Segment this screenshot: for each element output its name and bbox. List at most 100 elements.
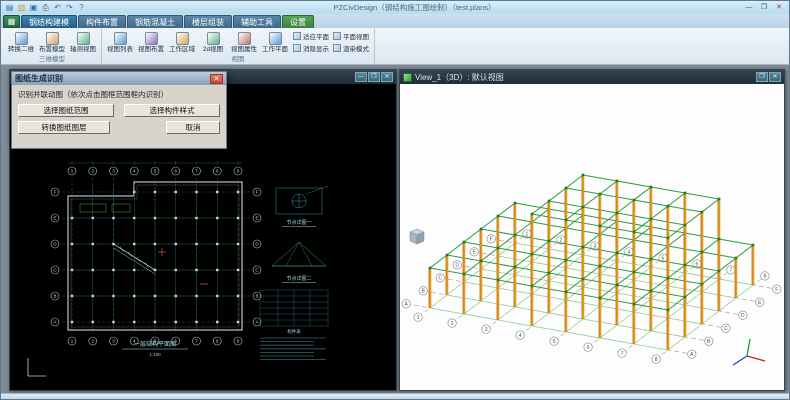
svg-text:B: B [53,294,56,299]
dialog-button-r1-2[interactable]: 选择构件样式 [124,104,220,117]
plan-view-button[interactable]: 平面视图 [333,31,369,41]
window-title: PZCivDesign（钢结构施工图绘制）（test.plans） [87,2,742,13]
svg-text:E: E [53,216,56,221]
drawing-window-maximize-button[interactable]: ❐ [368,72,380,82]
application-window: ▤▥▣⎙↶↷? PZCivDesign（钢结构施工图绘制）（test.plans… [0,0,790,400]
view3d-window-close-button[interactable]: ✕ [769,72,781,82]
convert-2d-button[interactable]: 转换二维 [6,29,36,55]
ribbon-button-label: 视图列表 [107,46,133,53]
view-list-button[interactable]: 视图列表 [105,29,135,55]
svg-text:节点详图一: 节点详图一 [286,219,311,226]
drawing-window-buttons: —❐✕ [355,72,393,82]
svg-text:2: 2 [451,321,454,327]
work-region-button[interactable]: 工作区域 [167,29,197,55]
hidden-line-button[interactable]: 消隐显示 [293,43,329,53]
dialog-titlebar[interactable]: 图纸生成识别 ✕ [12,72,226,85]
ribbon-group: 视图列表视图布置工作区域 2d视图视图属性工作平面 适应平面 平面视图消隐显示渲染模式… [102,29,375,64]
svg-text:F: F [490,237,493,243]
hidden-line-icon [293,44,301,52]
svg-text:F: F [54,190,57,195]
layout-model-button[interactable]: 布置模型 [37,29,67,55]
svg-text:一层结构平面图: 一层结构平面图 [134,340,176,348]
mdi-area: —❐✕ 112233445566778899FFEEDDCCBBAA节点详图一节… [1,65,789,393]
view-props-icon [238,32,251,45]
svg-text:1:100: 1:100 [149,352,161,357]
ribbon: 转换二维布置模型轴测视图三维模型视图列表视图布置工作区域2d视图视图属性工作平面… [1,28,789,65]
svg-text:F: F [256,190,259,195]
work-region-icon [176,32,189,45]
dialog-body: 识别并联动图（依次点击图框范围框内识别） 选择图纸范围选择构件样式 转换图纸图层… [12,85,226,134]
ribbon-tab-3[interactable]: 钢筋混凝土 [127,15,183,28]
ribbon-small-label: 消隐显示 [303,43,329,53]
axon-view-icon [77,32,90,45]
svg-text:节点详图二: 节点详图二 [286,275,311,282]
ribbon-group: 转换二维布置模型轴测视图三维模型 [3,29,102,64]
svg-text:D: D [741,313,745,319]
ribbon-button-label: 工作平面 [262,46,288,53]
render-mode-button[interactable]: 渲染模式 [333,43,369,53]
svg-text:C: C [724,326,728,332]
new-file-icon[interactable]: ▤ [4,2,15,13]
ribbon-tab-1[interactable]: 钢结构建模 [21,15,77,28]
view3d-window-titlebar[interactable]: View_1（3D）: 默认视图 ❐✕ [400,70,784,84]
dialog-button-row-2: 转换图纸图层 取消 [18,121,220,134]
ribbon-button-label: 2d视图 [203,46,223,53]
quick-access-toolbar: ▤▥▣⎙↶↷? [4,2,87,13]
dialog-button-row-1: 选择图纸范围选择构件样式 [18,104,220,117]
ribbon-tab-2[interactable]: 构件布置 [78,15,126,28]
view3d-window: View_1（3D）: 默认视图 ❐✕ AABBCCDDEEFF11223344… [399,69,785,391]
status-bar [1,393,789,399]
ribbon-group-label: 视图 [105,55,371,64]
dialog-cancel-button[interactable]: 取消 [166,121,220,134]
work-plane-button[interactable]: 工作平面 [260,29,290,55]
open-file-icon[interactable]: ▥ [16,2,27,13]
dialog-title: 图纸生成识别 [15,73,210,84]
svg-text:B: B [255,294,258,299]
view3d-window-buttons: ❐✕ [756,72,781,82]
ribbon-tab-5[interactable]: 辅助工具 [233,15,281,28]
drawing-window-close-button[interactable]: ✕ [381,72,393,82]
dialog-close-button[interactable]: ✕ [210,74,223,84]
window-minimize-button[interactable]: — [742,2,756,13]
ribbon-group-label: 三维模型 [6,55,98,64]
drawing-window-minimize-button[interactable]: — [355,72,367,82]
svg-text:7: 7 [730,268,733,274]
dialog-button-r2-1[interactable]: 转换图纸图层 [18,121,110,134]
view-layout-icon [145,32,158,45]
ribbon-tab-4[interactable]: 楼层组装 [184,15,232,28]
window-close-button[interactable]: ✕ [772,2,786,13]
svg-text:5: 5 [553,339,556,345]
fit-plane-button[interactable]: 适应平面 [293,31,329,41]
view3d-window-maximize-button[interactable]: ❐ [756,72,768,82]
ribbon-tabs: 钢结构建模构件布置钢筋混凝土楼层组装辅助工具设置 [21,15,314,28]
window-maximize-button[interactable]: ❐ [757,2,771,13]
svg-text:A: A [255,320,258,325]
layout-model-icon [46,32,59,45]
view-2d-button[interactable]: 2d视图 [198,29,228,55]
view3d-window-title: View_1（3D）: 默认视图 [415,72,753,83]
axon-view-button[interactable]: 轴测视图 [68,29,98,55]
undo-icon[interactable]: ↶ [52,2,63,13]
svg-text:E: E [255,216,258,221]
plan-view-icon [333,32,341,40]
print-icon[interactable]: ⎙ [40,2,51,13]
view-props-button[interactable]: 视图属性 [229,29,259,55]
save-icon[interactable]: ▣ [28,2,39,13]
ribbon-small-label: 平面视图 [343,31,369,41]
view-layout-button[interactable]: 视图布置 [136,29,166,55]
view3d-canvas[interactable]: AABBCCDDEEFF1122334455667788 [400,84,784,390]
svg-text:1: 1 [417,315,420,321]
redo-icon[interactable]: ↷ [64,2,75,13]
ribbon-small-label: 适应平面 [303,31,329,41]
nav-cube-icon[interactable] [410,229,424,244]
ribbon-tab-bar: ▦ 钢结构建模构件布置钢筋混凝土楼层组装辅助工具设置 [1,14,789,28]
app-menu-button[interactable]: ▦ [3,15,20,28]
dialog-button-r1-1[interactable]: 选择图纸范围 [18,104,114,117]
ribbon-tab-6[interactable]: 设置 [282,15,314,28]
recognition-dialog: 图纸生成识别 ✕ 识别并联动图（依次点击图框范围框内识别） 选择图纸范围选择构件… [11,71,227,149]
svg-text:4: 4 [519,333,522,339]
svg-text:D: D [455,263,459,269]
svg-text:7: 7 [621,351,624,357]
help-icon[interactable]: ? [76,2,87,13]
convert-2d-icon [15,32,28,45]
